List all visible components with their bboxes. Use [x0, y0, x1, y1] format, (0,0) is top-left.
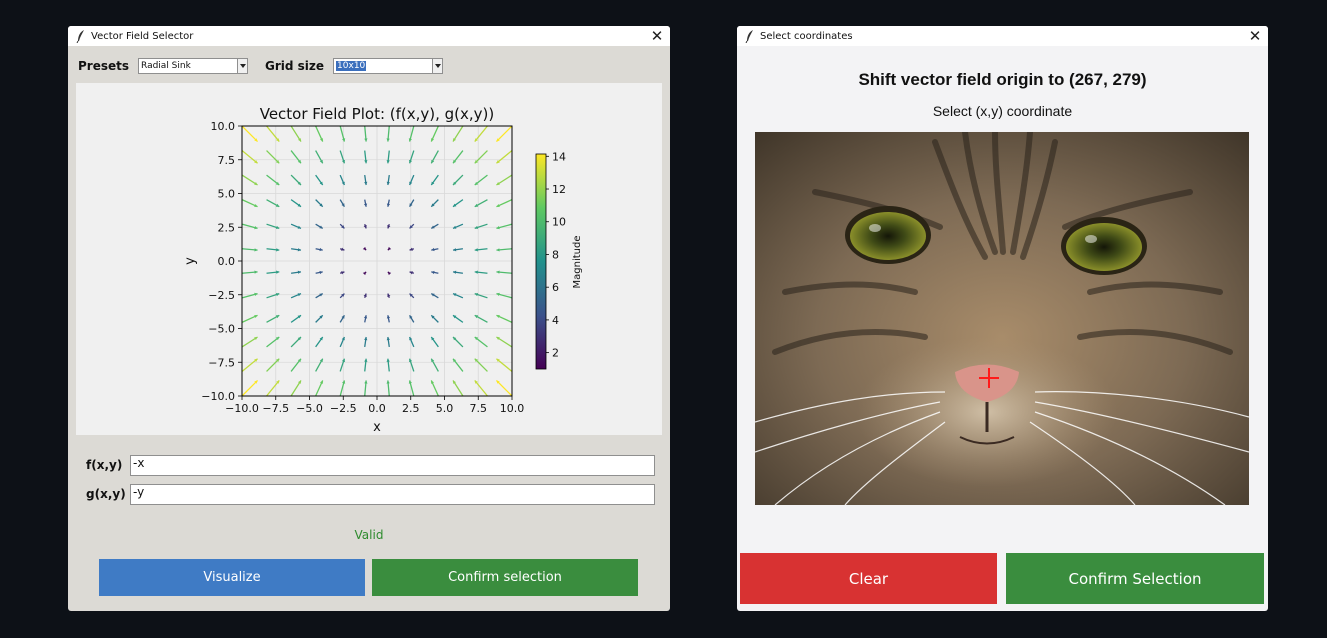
grid-size-dropdown[interactable]: 10x10 [333, 58, 444, 74]
presets-value: Radial Sink [141, 61, 191, 71]
confirm-selection-button[interactable]: Confirm selection [372, 559, 638, 596]
vector-arrow [474, 125, 488, 142]
vector-arrow [266, 125, 280, 142]
vector-arrow-head [496, 248, 500, 252]
vector-arrow [474, 380, 488, 397]
x-tick-label: 5.0 [436, 402, 454, 415]
vector-arrow [495, 125, 513, 143]
feather-icon [745, 30, 753, 43]
y-tick-label: 5.0 [218, 188, 236, 201]
x-tick-label: 0.0 [368, 402, 386, 415]
y-tick-label: −7.5 [208, 356, 235, 369]
title-bar: Select coordinates ✕ [737, 26, 1268, 46]
vector-arrow-head [254, 270, 258, 274]
vector-arrow [266, 380, 280, 397]
quiver-chart: −10.0 −7.5 −5.0 −2.5 0.0 2.5 5.0 7.5 10.010.07.5… [183, 105, 583, 435]
vector-arrow-head [364, 380, 368, 384]
vector-arrow-head [254, 248, 258, 252]
vector-arrow-head [364, 160, 368, 164]
vector-arrow [496, 358, 513, 372]
colorbar [535, 153, 547, 370]
vector-arrow [241, 379, 259, 397]
confirm-selection-button[interactable]: Confirm Selection [1006, 553, 1264, 604]
vector-arrow-head [474, 248, 478, 252]
f-input[interactable]: -x [130, 454, 655, 476]
y-axis-label: y [183, 257, 198, 265]
close-icon[interactable]: ✕ [1246, 27, 1264, 45]
window-title: Select coordinates [760, 30, 853, 42]
select-coordinates-window: Select coordinates ✕ Shift vector field … [737, 26, 1268, 611]
vector-arrow-head [386, 380, 390, 384]
g-input[interactable]: -y [130, 483, 655, 505]
vector-arrow-head [474, 270, 478, 274]
y-tick-label: 10.0 [211, 120, 236, 133]
g-label: g(x,y) [86, 487, 126, 501]
vector-arrow [241, 358, 258, 372]
vector-arrow [496, 150, 513, 164]
window-title: Vector Field Selector [91, 30, 194, 42]
cat-photo[interactable] [755, 132, 1249, 505]
vector-arrow [241, 125, 259, 143]
clear-button[interactable]: Clear [740, 553, 997, 604]
f-row: f(x,y) -x [86, 454, 655, 476]
x-tick-label: −2.5 [330, 402, 357, 415]
vector-arrow [495, 379, 513, 397]
x-tick-label: −7.5 [262, 402, 289, 415]
x-tick-label: 10.0 [500, 402, 525, 415]
presets-dropdown[interactable]: Radial Sink [138, 58, 249, 74]
vector-arrow-head [276, 270, 280, 274]
vector-arrow-head [364, 358, 368, 362]
y-tick-label: −10.0 [201, 390, 235, 403]
colorbar-tick-label: 6 [552, 281, 559, 294]
colorbar-tick-label: 2 [552, 347, 559, 360]
close-icon[interactable]: ✕ [648, 27, 666, 45]
subheading: Select (x,y) coordinate [932, 103, 1073, 119]
y-tick-label: 2.5 [218, 221, 236, 234]
colorbar-tick-label: 8 [552, 248, 559, 261]
vector-field-selector-window: Vector Field Selector ✕ Presets Radial S… [68, 26, 670, 611]
heading: Shift vector field origin to (267, 279) [858, 70, 1147, 89]
vector-arrow-head [386, 160, 390, 164]
status-text: Valid [354, 528, 384, 542]
colorbar-tick-label: 4 [552, 314, 559, 327]
y-tick-label: 7.5 [218, 154, 236, 167]
vector-arrow-head [362, 271, 367, 276]
vector-arrow-head [386, 358, 390, 362]
vector-arrow-head [362, 246, 367, 251]
colorbar-tick-label: 12 [552, 183, 566, 196]
vector-arrow-head [364, 138, 368, 142]
f-label: f(x,y) [86, 458, 123, 472]
vector-arrow-head [387, 271, 392, 276]
vector-arrow-head [496, 270, 500, 274]
colorbar-tick-label: 14 [552, 150, 566, 163]
presets-label: Presets [78, 59, 130, 73]
visualize-button[interactable]: Visualize [99, 559, 365, 596]
x-axis-label: x [373, 420, 381, 435]
presets-row: Presets Radial Sink Grid size 10x10 [78, 57, 444, 75]
y-tick-label: 0.0 [218, 255, 236, 268]
title-bar: Vector Field Selector ✕ [68, 26, 670, 46]
x-tick-label: −10.0 [225, 402, 259, 415]
y-tick-label: −2.5 [208, 289, 235, 302]
feather-icon [76, 30, 84, 43]
chevron-down-icon[interactable] [237, 59, 248, 73]
vector-arrow-head [387, 246, 392, 251]
colorbar-label: Magnitude [572, 236, 583, 289]
y-tick-label: −5.0 [208, 323, 235, 336]
grid-size-label: Grid size [265, 59, 325, 73]
g-row: g(x,y) -y [86, 483, 655, 505]
vector-arrow [241, 150, 258, 164]
chart-title: Vector Field Plot: (f(x,y), g(x,y)) [260, 105, 495, 123]
colorbar-tick-label: 10 [552, 216, 566, 229]
vector-arrow-head [276, 248, 280, 252]
vector-arrow-head [386, 138, 390, 142]
x-tick-label: −5.0 [296, 402, 323, 415]
grid-size-value: 10x10 [336, 61, 367, 71]
x-tick-label: 2.5 [402, 402, 420, 415]
chevron-down-icon[interactable] [432, 59, 443, 73]
x-tick-label: 7.5 [470, 402, 488, 415]
vector-field-plot: −10.0 −7.5 −5.0 −2.5 0.0 2.5 5.0 7.5 10.0 10.0 7.5… [76, 83, 662, 435]
